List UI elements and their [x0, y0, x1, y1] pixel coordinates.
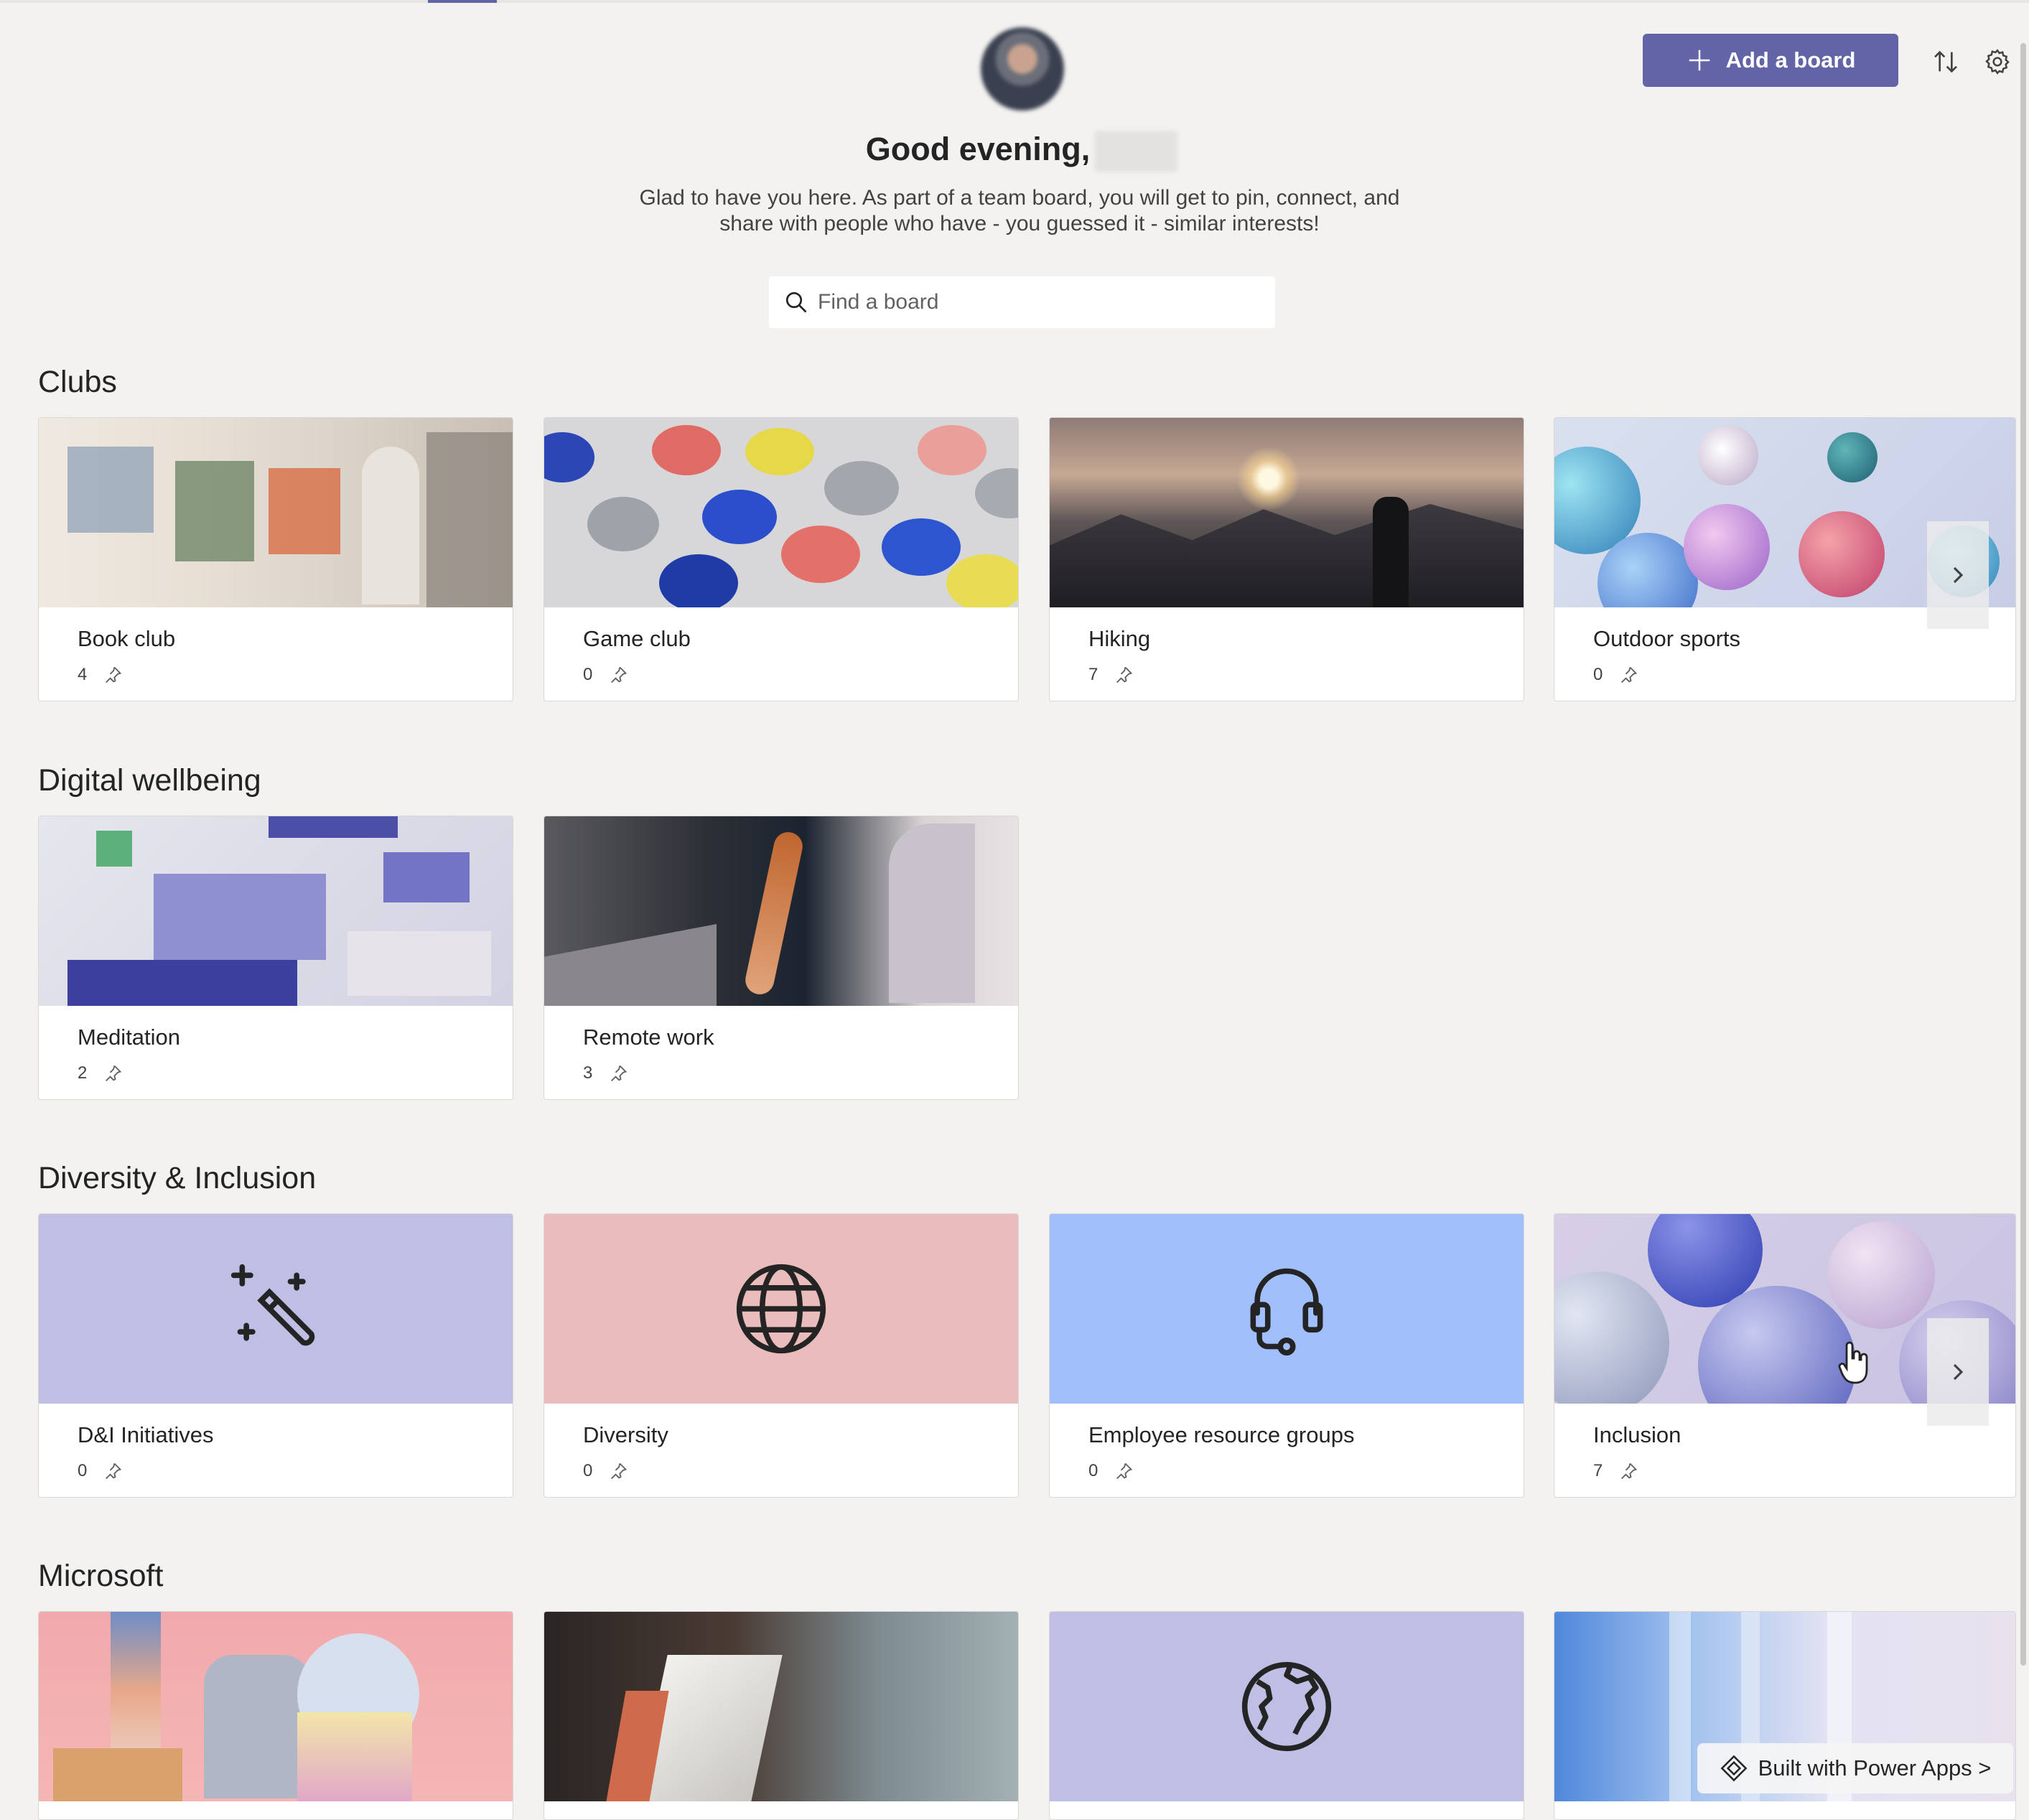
card-meta: 0: [583, 665, 628, 685]
pin-icon: [611, 1462, 628, 1480]
card-title: D&I Initiatives: [78, 1422, 214, 1447]
board-card-hiking[interactable]: Hiking 7: [1049, 417, 1524, 701]
card-title: Employee resource groups: [1088, 1422, 1355, 1447]
greeting-text: Good evening,: [865, 131, 1091, 167]
active-tab-indicator: [428, 0, 497, 3]
card-meta: 0: [1593, 665, 1638, 685]
meditation-image: [39, 816, 513, 1006]
globe-icon: [736, 1264, 826, 1354]
pin-icon: [611, 666, 628, 683]
intro-text: Glad to have you here. As part of a team…: [639, 186, 1400, 235]
remote-work-image: [544, 816, 1018, 1006]
card-meta: 4: [78, 665, 123, 685]
power-apps-label: Built with Power Apps >: [1758, 1755, 1992, 1781]
pin-count: 0: [1088, 1461, 1099, 1480]
user-name-redacted: [1094, 131, 1178, 173]
pin-icon: [106, 1462, 122, 1480]
board-card-diversity[interactable]: Diversity 0: [544, 1213, 1019, 1498]
card-meta: 0: [1088, 1461, 1134, 1481]
card-meta: 3: [583, 1063, 628, 1083]
pin-icon: [1116, 1462, 1133, 1480]
pin-count: 0: [583, 665, 593, 684]
card-title: Game club: [583, 626, 691, 651]
pin-icon: [611, 1065, 628, 1082]
book-club-image: [39, 418, 513, 607]
card-title: Hiking: [1088, 626, 1151, 651]
chevron-right-icon: [1953, 566, 1964, 584]
pin-icon: [106, 1065, 122, 1082]
gear-icon[interactable]: [1983, 47, 2012, 76]
section-title-diversity-inclusion: Diversity & Inclusion: [38, 1161, 317, 1195]
scrollbar[interactable]: [2020, 43, 2026, 1666]
search-icon: [785, 291, 807, 313]
board-card-game-club[interactable]: Game club 0: [544, 417, 1019, 701]
game-club-image: [544, 418, 1018, 607]
employee-resource-groups-tile: [1050, 1214, 1524, 1404]
avatar: [981, 27, 1064, 111]
pin-count: 4: [78, 665, 88, 684]
di-initiatives-tile: [39, 1214, 513, 1404]
add-board-button[interactable]: Add a board: [1643, 34, 1898, 87]
pin-icon: [1621, 1462, 1638, 1480]
magic-wand-icon: [230, 1264, 315, 1346]
microsoft-board-1-image: [39, 1612, 513, 1801]
section-title-clubs: Clubs: [38, 365, 117, 399]
card-meta: 7: [1088, 665, 1134, 685]
plus-icon: [1689, 50, 1710, 71]
power-apps-icon: [1720, 1755, 1748, 1782]
diversity-next-button[interactable]: [1927, 1318, 1989, 1426]
board-card-di-initiatives[interactable]: D&I Initiatives 0: [38, 1213, 513, 1498]
card-title: Book club: [78, 626, 176, 651]
board-card-book-club[interactable]: Book club 4: [38, 417, 513, 701]
pin-count: 2: [78, 1063, 88, 1083]
hand-cursor-icon: [1838, 1341, 1868, 1384]
board-card-remote-work[interactable]: Remote work 3: [544, 816, 1019, 1100]
card-title: Diversity: [583, 1422, 668, 1447]
pin-count: 0: [78, 1461, 88, 1480]
earth-icon: [1241, 1661, 1332, 1752]
card-title: Outdoor sports: [1593, 626, 1741, 651]
microsoft-board-3-tile: [1050, 1612, 1524, 1801]
card-meta: 7: [1593, 1461, 1638, 1481]
hiking-image: [1050, 418, 1524, 607]
built-with-power-apps-badge[interactable]: Built with Power Apps >: [1697, 1743, 2013, 1793]
clubs-next-button[interactable]: [1927, 521, 1989, 629]
card-meta: 0: [583, 1461, 628, 1481]
board-card-microsoft-2[interactable]: [544, 1611, 1019, 1820]
diversity-tile: [544, 1214, 1018, 1404]
board-card-meditation[interactable]: Meditation 2: [38, 816, 513, 1100]
top-bar: [0, 0, 2029, 3]
chevron-right-icon: [1953, 1363, 1964, 1381]
pin-count: 0: [583, 1461, 593, 1480]
board-card-microsoft-1[interactable]: [38, 1611, 513, 1820]
card-title: Inclusion: [1593, 1422, 1681, 1447]
board-card-employee-resource-groups[interactable]: Employee resource groups 0: [1049, 1213, 1524, 1498]
pin-icon: [1621, 666, 1638, 683]
card-meta: 0: [78, 1461, 123, 1481]
section-title-microsoft: Microsoft: [38, 1559, 164, 1593]
pin-count: 7: [1088, 665, 1099, 684]
search-input[interactable]: [818, 276, 1249, 328]
board-card-microsoft-3[interactable]: [1049, 1611, 1524, 1820]
add-board-label: Add a board: [1725, 47, 1856, 73]
pin-count: 0: [1593, 665, 1603, 684]
search-box[interactable]: [769, 276, 1275, 328]
pin-count: 3: [583, 1063, 593, 1083]
sort-icon[interactable]: [1931, 47, 1960, 76]
pin-count: 7: [1593, 1461, 1603, 1480]
microsoft-board-2-image: [544, 1612, 1018, 1801]
card-meta: 2: [78, 1063, 123, 1083]
pin-icon: [106, 666, 122, 683]
pin-icon: [1116, 666, 1133, 683]
section-title-digital-wellbeing: Digital wellbeing: [38, 763, 261, 798]
card-title: Meditation: [78, 1025, 181, 1050]
greeting: Good evening,: [0, 131, 2029, 173]
card-title: Remote work: [583, 1025, 714, 1050]
headset-icon: [1250, 1268, 1323, 1356]
